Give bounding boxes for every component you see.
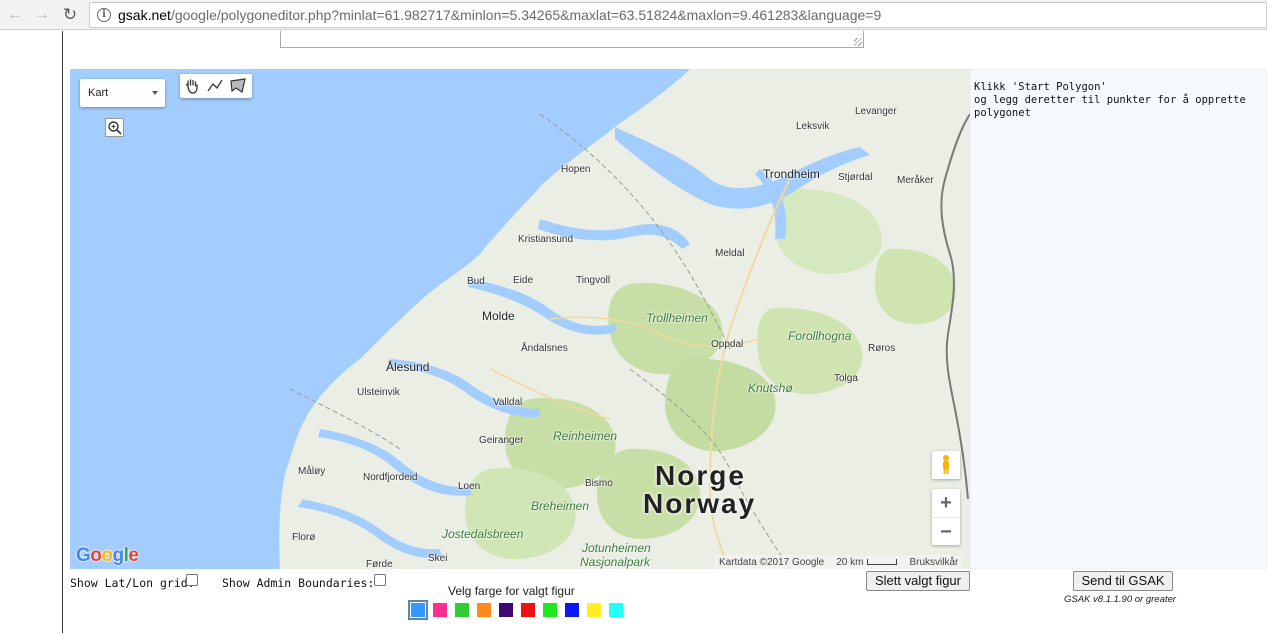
- map-label-country-english: Norway: [643, 488, 757, 519]
- map-label-floro: Florø: [292, 532, 316, 543]
- map-label-andalsnes: Åndalsnes: [521, 343, 568, 354]
- page-left-border: [62, 31, 63, 633]
- drawing-toolbar: [180, 74, 252, 98]
- delete-shape-button[interactable]: Slett valgt figur: [866, 571, 970, 591]
- map-label-knutsho: Knutshø: [748, 381, 793, 395]
- map-label-jotunheimen: Jotunheimen: [582, 541, 651, 555]
- map-label-reinheimen: Reinheimen: [553, 429, 618, 443]
- version-note: GSAK v8.1.1.90 or greater: [1064, 594, 1176, 605]
- map-label-valldal: Valldal: [493, 397, 523, 408]
- url-host: gsak.net: [118, 7, 171, 23]
- color-swatch[interactable]: [565, 603, 579, 617]
- map-label-oppdal: Oppdal: [711, 339, 744, 350]
- color-swatch[interactable]: [499, 603, 513, 617]
- color-swatch[interactable]: [455, 603, 469, 617]
- map-label-trollheimen: Trollheimen: [646, 311, 708, 325]
- map-label-loen: Loen: [458, 481, 481, 492]
- map-scale-label: 20 km: [836, 556, 864, 568]
- map-label-maloy: Måløy: [298, 466, 326, 477]
- url-text[interactable]: gsak.net/google/polygoneditor.php?minlat…: [118, 7, 881, 23]
- latlon-grid-label: Show Lat/Lon grid:: [70, 576, 195, 590]
- map-label-roros: Røros: [868, 343, 896, 354]
- map-label-tingvoll: Tingvoll: [576, 275, 611, 286]
- map-label-trondheim: Trondheim: [763, 167, 820, 181]
- instructions-panel: Klikk 'Start Polygon' og legg deretter t…: [970, 69, 1267, 569]
- color-swatch[interactable]: [543, 603, 557, 617]
- map-label-levanger: Levanger: [855, 106, 897, 117]
- map-label-tolga: Tolga: [834, 373, 858, 384]
- zoom-rectangle-icon[interactable]: [105, 118, 124, 137]
- browser-toolbar: ← → ↻ i gsak.net/google/polygoneditor.ph…: [0, 0, 1267, 30]
- map-label-leksvik: Leksvik: [796, 121, 830, 132]
- map-scale[interactable]: 20 km: [836, 556, 898, 568]
- map-attribution-bar: Kartdata ©2017 Google 20 km Bruksvilkår: [715, 555, 963, 569]
- forward-icon[interactable]: →: [32, 5, 52, 25]
- map-label-jostedalsbreen: Jostedalsbreen: [442, 527, 524, 541]
- map-label-skei: Skei: [428, 553, 448, 564]
- color-swatch[interactable]: [587, 603, 601, 617]
- address-bar[interactable]: i gsak.net/google/polygoneditor.php?minl…: [89, 2, 1267, 28]
- map-label-forde: Førde: [366, 559, 393, 569]
- reload-icon[interactable]: ↻: [60, 5, 80, 25]
- polyline-icon[interactable]: [206, 77, 224, 95]
- color-swatch[interactable]: [521, 603, 535, 617]
- map-label-forollhogna: Forollhogna: [788, 329, 852, 343]
- color-swatch[interactable]: [433, 603, 447, 617]
- terms-link[interactable]: Bruksvilkår: [909, 557, 958, 568]
- map-data-attribution[interactable]: Kartdata ©2017 Google: [719, 557, 824, 568]
- map-label-eide: Eide: [513, 275, 534, 286]
- color-picker-heading: Velg farge for valgt figur: [448, 584, 575, 598]
- hand-pan-icon[interactable]: [183, 77, 201, 95]
- color-swatch[interactable]: [408, 600, 428, 620]
- google-logo[interactable]: Google: [76, 545, 139, 567]
- map-label-kristiansund: Kristiansund: [518, 234, 574, 245]
- latlon-grid-checkbox[interactable]: [186, 574, 198, 586]
- coordinates-textarea[interactable]: [280, 31, 864, 48]
- instructions-text: Klikk 'Start Polygon' og legg deretter t…: [971, 81, 1261, 120]
- zoom-in-button[interactable]: +: [932, 489, 960, 517]
- back-icon[interactable]: ←: [5, 5, 25, 25]
- url-path: /google/polygoneditor.php?minlat=61.9827…: [170, 7, 882, 23]
- map-label-nasjonalpark: Nasjonalpark: [580, 555, 651, 569]
- map-label-hopen: Hopen: [561, 164, 591, 175]
- instruction-line: polygonet: [974, 107, 1031, 119]
- polygon-icon[interactable]: [229, 77, 247, 95]
- map-label-alesund: Ålesund: [386, 360, 430, 374]
- caret-down-icon: [152, 91, 158, 95]
- zoom-out-button[interactable]: −: [932, 517, 960, 545]
- admin-boundaries-label: Show Admin Boundaries:: [222, 576, 375, 590]
- map-label-trondheim-text: Trondheim: [763, 167, 820, 181]
- site-info-icon[interactable]: i: [97, 8, 111, 22]
- map-label-breheimen: Breheimen: [531, 499, 590, 513]
- map-label-country-local: Norge: [655, 460, 746, 491]
- map-label-nordfjordeid: Nordfjordeid: [363, 472, 418, 483]
- map-type-select[interactable]: Kart: [80, 79, 165, 107]
- street-view-pegman-icon[interactable]: [932, 451, 960, 479]
- map-label-stjordal: Stjørdal: [838, 172, 873, 183]
- map-label-meldal: Meldal: [715, 248, 745, 259]
- color-swatches: [408, 600, 623, 620]
- color-swatch[interactable]: [609, 603, 623, 617]
- instruction-line: Klikk 'Start Polygon': [974, 81, 1107, 93]
- map-label-geiranger: Geiranger: [479, 435, 524, 446]
- send-to-gsak-button[interactable]: Send til GSAK: [1073, 571, 1173, 591]
- instruction-line: og legg deretter til punkter for å oppre…: [974, 94, 1246, 106]
- map-label-ulsteinvik: Ulsteinvik: [357, 387, 400, 398]
- map-label-bismo: Bismo: [585, 478, 613, 489]
- map-label-molde: Molde: [482, 309, 515, 323]
- map-label-bud: Bud: [467, 276, 485, 287]
- admin-boundaries-checkbox[interactable]: [374, 574, 386, 586]
- map-canvas[interactable]: Leksvik Levanger Hopen Trondheim Stjørda…: [70, 69, 970, 569]
- color-swatch[interactable]: [477, 603, 491, 617]
- resize-grip-icon[interactable]: [854, 38, 862, 46]
- zoom-control: + −: [932, 489, 960, 545]
- scale-bar-icon: [867, 558, 898, 565]
- map-label-meraker: Meråker: [897, 175, 934, 186]
- map-type-label: Kart: [88, 87, 109, 99]
- map-terrain: [279, 69, 970, 569]
